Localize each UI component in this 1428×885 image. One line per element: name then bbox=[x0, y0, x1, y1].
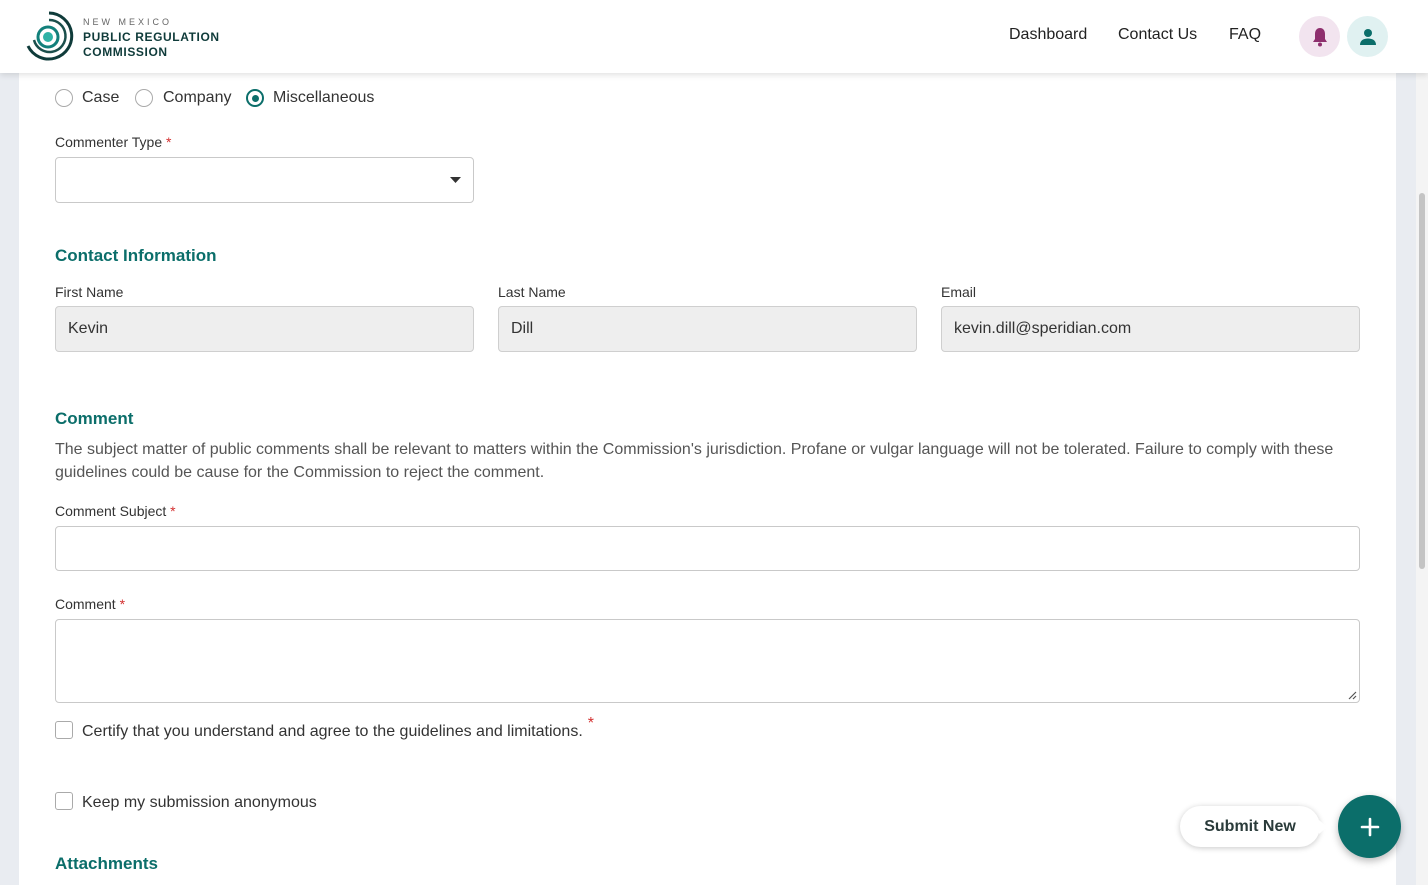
required-asterisk: * bbox=[170, 503, 176, 519]
nav-faq[interactable]: FAQ bbox=[1229, 26, 1261, 44]
anonymous-checkbox[interactable] bbox=[55, 792, 73, 810]
radio-case[interactable] bbox=[55, 89, 73, 107]
radio-company-circle[interactable] bbox=[135, 89, 153, 107]
nmprc-logo[interactable]: NEW MEXICO PUBLIC REGULATION COMMISSION bbox=[24, 10, 234, 64]
radio-case-label[interactable]: Case bbox=[82, 89, 119, 107]
scrollbar-thumb[interactable] bbox=[1419, 193, 1425, 569]
radio-case-circle[interactable] bbox=[55, 89, 73, 107]
dropdown-caret-icon bbox=[450, 177, 461, 183]
last-name-field[interactable]: Dill bbox=[498, 306, 917, 352]
radio-miscellaneous-label[interactable]: Miscellaneous bbox=[273, 89, 374, 107]
top-header: NEW MEXICO PUBLIC REGULATION COMMISSION … bbox=[0, 0, 1428, 73]
email-label: Email bbox=[941, 284, 977, 300]
last-name-label: Last Name bbox=[498, 284, 566, 300]
comment-textarea[interactable] bbox=[55, 619, 1360, 703]
plus-icon bbox=[1360, 817, 1379, 836]
logo-text: NEW MEXICO PUBLIC REGULATION COMMISSION bbox=[83, 16, 220, 59]
form-card: Case Company Miscellaneous Commenter Typ… bbox=[19, 0, 1396, 885]
user-profile-button[interactable] bbox=[1347, 16, 1388, 57]
attachments-heading: Attachments bbox=[55, 854, 158, 873]
user-icon bbox=[1359, 28, 1376, 45]
required-asterisk: * bbox=[587, 715, 594, 732]
nav-contact-us[interactable]: Contact Us bbox=[1118, 26, 1197, 44]
commenter-type-label: Commenter Type * bbox=[55, 134, 172, 150]
required-asterisk: * bbox=[166, 134, 172, 150]
notifications-button[interactable] bbox=[1299, 16, 1340, 57]
page-scrollbar[interactable] bbox=[1416, 73, 1428, 885]
comment-label: Comment * bbox=[55, 596, 126, 612]
submit-new-button[interactable]: Submit New bbox=[1180, 806, 1327, 847]
contact-information-heading: Contact Information bbox=[55, 246, 217, 265]
logo-emblem-icon bbox=[26, 11, 74, 61]
nav-dashboard[interactable]: Dashboard bbox=[1009, 26, 1087, 44]
radio-company[interactable] bbox=[135, 89, 153, 107]
first-name-field[interactable]: Kevin bbox=[55, 306, 474, 352]
radio-miscellaneous[interactable] bbox=[246, 89, 264, 107]
comment-subject-label: Comment Subject * bbox=[55, 503, 176, 519]
add-new-fab[interactable] bbox=[1338, 795, 1401, 858]
certify-checkbox[interactable] bbox=[55, 721, 73, 739]
comment-subject-input[interactable] bbox=[55, 526, 1360, 571]
radio-company-label[interactable]: Company bbox=[163, 89, 231, 107]
email-field[interactable]: kevin.dill@speridian.com bbox=[941, 306, 1360, 352]
resize-handle-icon[interactable] bbox=[1347, 690, 1357, 700]
comment-heading: Comment bbox=[55, 409, 134, 428]
first-name-label: First Name bbox=[55, 284, 124, 300]
anonymous-label[interactable]: Keep my submission anonymous bbox=[82, 794, 317, 812]
comment-guidelines-text: The subject matter of public comments sh… bbox=[55, 441, 1334, 481]
radio-miscellaneous-circle[interactable] bbox=[246, 89, 264, 107]
certify-label[interactable]: Certify that you understand and agree to… bbox=[82, 715, 594, 741]
commenter-type-select[interactable] bbox=[55, 157, 474, 203]
required-asterisk: * bbox=[119, 596, 126, 612]
bell-icon bbox=[1312, 27, 1327, 46]
